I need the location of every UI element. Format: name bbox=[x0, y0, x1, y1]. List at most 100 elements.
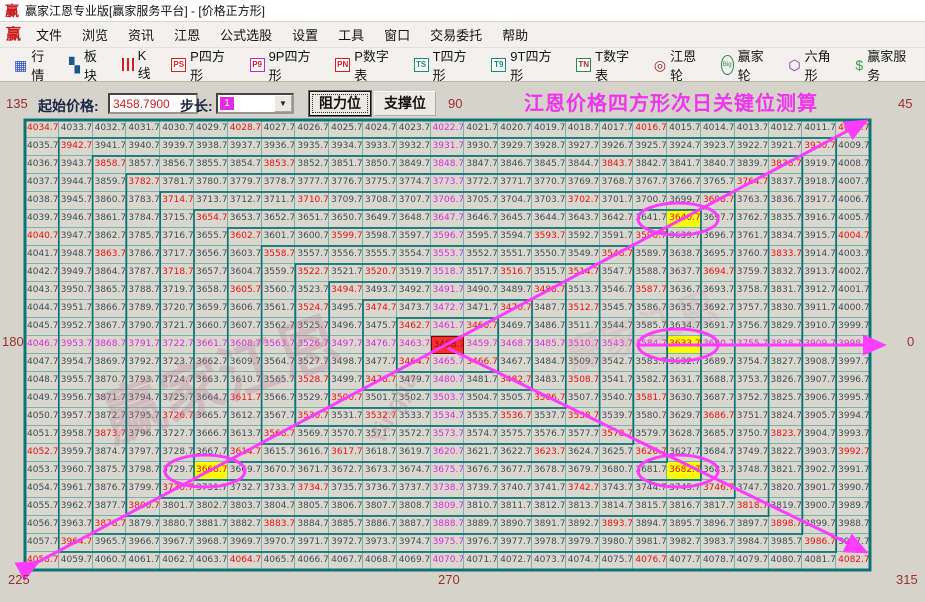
price-cell: 3705.79 bbox=[464, 192, 499, 210]
price-cell: 3599.79 bbox=[329, 228, 363, 246]
price-cell: 3604.79 bbox=[227, 264, 262, 282]
price-cell: 4001.79 bbox=[836, 282, 870, 300]
price-cell: 3891.79 bbox=[531, 516, 566, 534]
price-cell: 4052.79 bbox=[25, 444, 59, 462]
menu-item-2[interactable]: 浏览 bbox=[73, 22, 117, 47]
price-cell: 3967.79 bbox=[160, 534, 194, 552]
price-cell: 3878.79 bbox=[92, 516, 127, 534]
toolbar-item-9p-square[interactable]: P9 9P四方形 bbox=[244, 49, 330, 83]
price-cell: 4047.79 bbox=[25, 354, 59, 372]
price-cell: 3612.79 bbox=[227, 408, 262, 426]
menu-item-10[interactable]: 帮助 bbox=[493, 22, 537, 47]
toolbar-item-gann-wheel[interactable]: ◎ 江恩轮 bbox=[648, 49, 715, 83]
menu-item-7[interactable]: 工具 bbox=[329, 22, 373, 47]
price-cell: 3884.79 bbox=[295, 516, 330, 534]
price-cell: 3903.79 bbox=[802, 444, 837, 462]
toolbar-item-t-square[interactable]: TS T四方形 bbox=[408, 49, 486, 83]
toolbar-item-hexagon[interactable]: ⬡ 六角形 bbox=[782, 49, 849, 83]
menu-item-3[interactable]: 资讯 bbox=[119, 22, 163, 47]
price-cell: 3738.79 bbox=[430, 480, 465, 498]
toolbar-item-p-square[interactable]: PS P四方形 bbox=[165, 49, 243, 83]
price-cell: 3874.79 bbox=[92, 444, 127, 462]
price-cell: 3725.79 bbox=[160, 390, 194, 408]
price-cell: 3954.79 bbox=[58, 354, 93, 372]
price-cell: 4074.79 bbox=[565, 552, 600, 570]
price-cell: 4076.79 bbox=[633, 552, 668, 570]
price-cell: 3863.79 bbox=[92, 246, 127, 264]
price-cell: 4021.79 bbox=[464, 120, 499, 138]
toolbar-item-9t-square[interactable]: T9 9T四方形 bbox=[485, 49, 570, 83]
toolbar: ▦ 行情 ▚ 板块 K线 PS P四方形 P9 9P四方形 PN P数字表 TS T四方形 T9 9T四方形… bbox=[0, 48, 925, 83]
toolbar-item-p-number-table[interactable]: PN P数字表 bbox=[329, 49, 407, 83]
price-cell: 3997.79 bbox=[836, 354, 870, 372]
toolbar-item-sectors[interactable]: ▚ 板块 bbox=[63, 49, 116, 83]
price-cell: 3709.79 bbox=[329, 192, 363, 210]
price-cell: 3517.79 bbox=[464, 264, 499, 282]
price-cell: 3588.79 bbox=[633, 264, 668, 282]
price-cell: 3970.79 bbox=[261, 534, 296, 552]
menu-item-9[interactable]: 交易委托 bbox=[421, 22, 491, 47]
price-cell: 4061.79 bbox=[126, 552, 161, 570]
price-cell: 4013.79 bbox=[734, 120, 769, 138]
price-cell: 3910.79 bbox=[802, 318, 837, 336]
price-cell: 3788.79 bbox=[126, 282, 161, 300]
price-cell: 3676.79 bbox=[464, 462, 499, 480]
price-cell: 3567.79 bbox=[261, 408, 296, 426]
price-cell: 3643.79 bbox=[565, 210, 600, 228]
price-cell: 3694.79 bbox=[700, 264, 735, 282]
price-cell: 3503.79 bbox=[430, 390, 465, 408]
price-cell: 3665.79 bbox=[193, 408, 228, 426]
price-cell: 3939.79 bbox=[160, 138, 194, 156]
toolbar-item-kline[interactable]: K线 bbox=[116, 48, 166, 81]
price-cell: 3922.79 bbox=[734, 138, 769, 156]
price-cell: 3710.79 bbox=[295, 192, 330, 210]
menu-item-8[interactable]: 窗口 bbox=[375, 22, 419, 47]
price-cell: 4079.79 bbox=[734, 552, 769, 570]
price-cell: 3666.79 bbox=[193, 426, 228, 444]
toolbar-item-label: K线 bbox=[137, 47, 151, 81]
price-cell: 3867.79 bbox=[92, 318, 127, 336]
toolbar-item-winner-wheel[interactable]: Big 赢家轮 bbox=[715, 49, 782, 83]
price-cell: 4012.79 bbox=[768, 120, 803, 138]
toolbar-item-winner-service[interactable]: $ 赢家服务 bbox=[849, 49, 925, 83]
price-cell: 4043.79 bbox=[25, 282, 59, 300]
menu-item-6[interactable]: 设置 bbox=[283, 22, 327, 47]
price-cell: 4040.79 bbox=[25, 228, 59, 246]
price-cell: 3652.79 bbox=[261, 210, 296, 228]
price-cell: 3600.79 bbox=[295, 228, 330, 246]
price-cell: 3545.79 bbox=[599, 300, 634, 318]
support-button[interactable]: 支撑位 bbox=[374, 91, 436, 116]
menu-item-5[interactable]: 公式选股 bbox=[211, 22, 281, 47]
price-cell: 3603.79 bbox=[227, 246, 262, 264]
price-cell: 4073.79 bbox=[531, 552, 566, 570]
price-cell: 3663.79 bbox=[193, 372, 228, 390]
price-cell: 3998.79 bbox=[836, 336, 870, 354]
price-cell: 4056.79 bbox=[25, 516, 59, 534]
price-cell: 3866.79 bbox=[92, 300, 127, 318]
toolbar-item-t-number-table[interactable]: TN T数字表 bbox=[570, 49, 648, 83]
price-cell: 3932.79 bbox=[396, 138, 431, 156]
price-cell: 3905.79 bbox=[802, 408, 837, 426]
price-cell: 3700.79 bbox=[633, 192, 668, 210]
price-cell: 3590.79 bbox=[633, 228, 668, 246]
step-combobox[interactable]: 1 ▼ bbox=[216, 93, 294, 114]
menu-item-1[interactable]: 文件 bbox=[27, 22, 71, 47]
price-cell: 3702.79 bbox=[565, 192, 600, 210]
price-cell: 3919.79 bbox=[802, 156, 837, 174]
price-cell: 3899.79 bbox=[802, 516, 837, 534]
price-cell: 4053.79 bbox=[25, 462, 59, 480]
resistance-button[interactable]: 阻力位 bbox=[308, 90, 372, 117]
price-cell: 3669.79 bbox=[227, 462, 262, 480]
price-cell: 4004.79 bbox=[836, 228, 870, 246]
angle-label-0: 0 bbox=[907, 334, 915, 349]
price-cell: 3953.79 bbox=[58, 336, 93, 354]
price-cell: 3679.79 bbox=[565, 462, 600, 480]
price-cell: 3805.79 bbox=[295, 498, 330, 516]
price-cell: 3608.79 bbox=[227, 336, 262, 354]
toolbar-item-quotes[interactable]: ▦ 行情 bbox=[8, 49, 63, 83]
price-cell: 3675.79 bbox=[430, 462, 465, 480]
combobox-arrow-icon[interactable]: ▼ bbox=[274, 95, 292, 112]
menu-item-4[interactable]: 江恩 bbox=[165, 22, 209, 47]
price-cell: 3871.79 bbox=[92, 390, 127, 408]
price-cell: 4023.79 bbox=[396, 120, 431, 138]
